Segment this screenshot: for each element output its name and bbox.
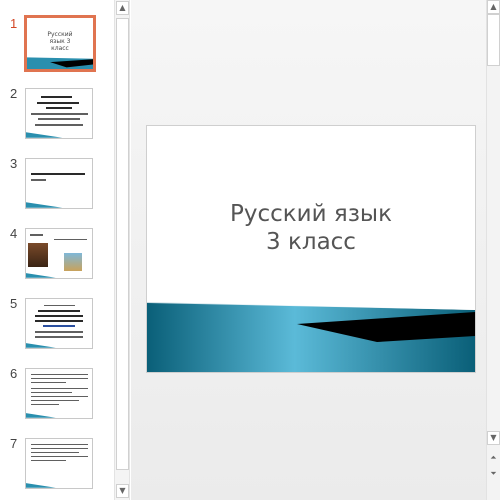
next-slide-icon[interactable]: ⏷ [487, 467, 500, 481]
slide-thumbnail-2[interactable]: 2 [0, 86, 114, 148]
wave-decoration [26, 343, 56, 348]
thumbnail-scrollbar[interactable]: ▲ ▼ [114, 0, 130, 500]
slide-preview[interactable] [25, 158, 93, 209]
scroll-down-icon[interactable]: ▼ [487, 431, 500, 445]
editor-scrollbar[interactable]: ▲ ▼ ⏶ ⏷ [486, 0, 500, 500]
slide-number: 1 [10, 16, 18, 31]
slide-preview[interactable] [25, 438, 93, 489]
slide-preview[interactable] [25, 368, 93, 419]
slide-number: 3 [10, 156, 18, 171]
wave-decoration [26, 483, 56, 488]
slide-thumbnail-5[interactable]: 5 [0, 296, 114, 358]
slide-thumbnail-1[interactable]: 1 Русский язык 3 класс [0, 15, 114, 78]
slide-number: 2 [10, 86, 18, 101]
slide-thumbnail-4[interactable]: 4 [0, 226, 114, 288]
previous-slide-icon[interactable]: ⏶ [487, 451, 500, 465]
slide-number: 6 [10, 366, 18, 381]
slide-title-line-2: 3 класс [266, 229, 356, 255]
slide-thumbnail-7[interactable]: 7 [0, 436, 114, 498]
wave-decoration [147, 300, 475, 372]
scroll-down-icon[interactable]: ▼ [116, 484, 129, 498]
slide-preview[interactable]: Русский язык 3 класс [24, 15, 96, 72]
wave-decoration [26, 202, 63, 208]
wave-decoration [26, 413, 56, 418]
wave-decoration [27, 57, 93, 69]
slide-title[interactable]: Русский язык 3 класс [147, 200, 475, 256]
scroll-up-icon[interactable]: ▲ [487, 0, 500, 14]
slide-number: 5 [10, 296, 18, 311]
slide-number: 7 [10, 436, 18, 451]
scrollbar-thumb[interactable] [487, 14, 500, 66]
slide-thumbnail-pane: 1 Русский язык 3 класс 2 3 4 5 6 7 [0, 0, 114, 500]
wave-decoration [26, 273, 56, 278]
slide-editor: Русский язык 3 класс [131, 0, 486, 500]
slide-preview[interactable] [25, 88, 93, 139]
slide-preview-title: Русский язык 3 класс [47, 31, 73, 52]
slide-preview[interactable] [25, 298, 93, 349]
slide-number: 4 [10, 226, 18, 241]
slide-title-line-1: Русский язык [230, 201, 392, 227]
slide-canvas[interactable]: Русский язык 3 класс [146, 125, 476, 373]
scrollbar-thumb[interactable] [116, 18, 129, 470]
slide-thumbnail-6[interactable]: 6 [0, 366, 114, 428]
scroll-up-icon[interactable]: ▲ [116, 1, 129, 15]
slide-preview[interactable] [25, 228, 93, 279]
slide-thumbnail-3[interactable]: 3 [0, 156, 114, 218]
wave-decoration [26, 132, 63, 138]
